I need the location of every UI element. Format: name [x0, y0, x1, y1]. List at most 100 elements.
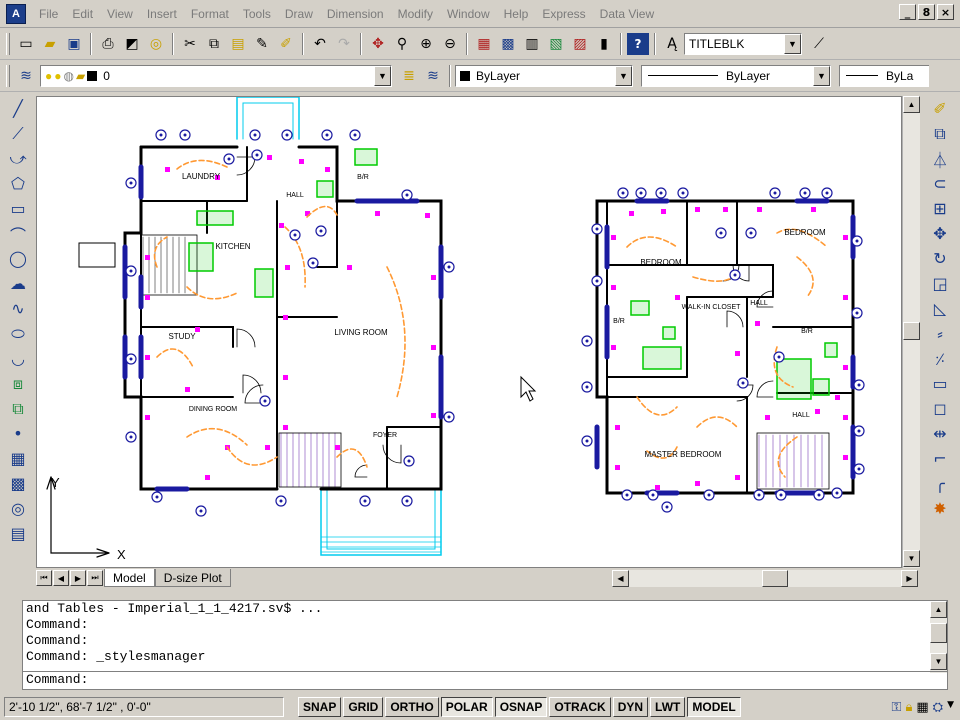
calculator-icon[interactable]: ▮ [593, 33, 615, 55]
move-icon[interactable]: ✥ [928, 221, 952, 246]
toggle-osnap[interactable]: OSNAP [494, 697, 548, 717]
prev-tab-icon[interactable]: ◀ [53, 570, 69, 586]
ellipse-arc-icon[interactable]: ◡ [6, 346, 30, 371]
toggle-dyn[interactable]: DYN [612, 697, 649, 717]
publish-icon[interactable]: ◎ [145, 33, 167, 55]
vertical-scrollbar[interactable]: ▲ ▼ [902, 96, 920, 568]
plot-preview-icon[interactable]: ◩ [121, 33, 143, 55]
chevron-down-icon[interactable]: ▼ [813, 65, 830, 86]
revision-cloud-icon[interactable]: ☁ [6, 271, 30, 296]
point-icon[interactable]: • [6, 421, 30, 446]
properties-icon[interactable]: ▦ [473, 33, 495, 55]
stretch-icon[interactable]: ◺ [928, 296, 952, 321]
menu-tools[interactable]: Tools [236, 7, 278, 21]
command-window[interactable]: and Tables - Imperial_1_1_4217.sv$ ... C… [22, 600, 948, 690]
menu-insert[interactable]: Insert [140, 7, 184, 21]
vertical-scroll-thumb[interactable] [903, 322, 920, 340]
menu-draw[interactable]: Draw [278, 7, 320, 21]
scale-icon[interactable]: ◲ [928, 271, 952, 296]
menu-data-view[interactable]: Data View [593, 7, 661, 21]
horizontal-scroll-thumb[interactable] [762, 570, 788, 587]
hatch-icon[interactable]: ▦ [6, 446, 30, 471]
first-tab-icon[interactable]: ⏮ [36, 570, 52, 586]
spline-icon[interactable]: ∿ [6, 296, 30, 321]
menu-window[interactable]: Window [440, 7, 497, 21]
tab-d-size-plot[interactable]: D-size Plot [154, 569, 231, 587]
copy-object-icon[interactable]: ⧉ [928, 121, 952, 146]
tab-model[interactable]: Model [104, 569, 155, 587]
menu-file[interactable]: File [32, 7, 65, 21]
drawing-canvas[interactable]: LAUNDRY KITCHEN STUDY DINING ROOM LIVING ROO… [36, 96, 902, 568]
text-style-combo[interactable]: TITLEBLK ▼ [684, 32, 802, 55]
communication-center-icon[interactable]: ⚿ [892, 700, 902, 715]
layer-combo[interactable]: ● ● ◍ ▰ 0 ▼ [40, 64, 392, 87]
construction-line-icon[interactable]: ⟋ [6, 121, 30, 146]
sheet-set-icon[interactable]: ▧ [545, 33, 567, 55]
toggle-snap[interactable]: SNAP [298, 697, 342, 717]
close-button[interactable]: × [937, 4, 954, 20]
explode-icon[interactable]: ✸ [928, 496, 952, 521]
tray-settings-icon[interactable]: ⛭ [933, 700, 943, 715]
lock-icon[interactable]: 🔒︎ [905, 700, 912, 715]
match-properties-icon[interactable]: ✎ [251, 33, 273, 55]
table-icon[interactable]: ▤ [6, 521, 30, 546]
scroll-down-icon[interactable]: ▼ [930, 653, 947, 670]
menu-help[interactable]: Help [497, 7, 536, 21]
array-icon[interactable]: ⊞ [928, 196, 952, 221]
trim-icon[interactable]: ⸗ [928, 321, 952, 346]
horizontal-scrollbar[interactable]: ◀ ▶ [612, 570, 918, 587]
undo-icon[interactable]: ↶ [309, 33, 331, 55]
gradient-icon[interactable]: ▩ [6, 471, 30, 496]
insert-block-icon[interactable]: ⧈ [6, 371, 30, 396]
polyline-icon[interactable]: ⤻ [6, 146, 30, 171]
scroll-left-icon[interactable]: ◀ [612, 570, 629, 587]
zoom-previous-icon[interactable]: ⊖ [439, 33, 461, 55]
open-file-icon[interactable]: ▰ [39, 33, 61, 55]
layer-manager-icon[interactable]: ≋ [15, 65, 37, 87]
coordinate-readout[interactable]: 2'-10 1/2", 68'-7 1/2" , 0'-0" [4, 697, 284, 717]
menu-edit[interactable]: Edit [65, 7, 100, 21]
pan-icon[interactable]: ✥ [367, 33, 389, 55]
command-input[interactable]: Command: [23, 671, 947, 689]
polygon-icon[interactable]: ⬠ [6, 171, 30, 196]
redo-icon[interactable]: ↷ [333, 33, 355, 55]
minimize-button[interactable]: _ [899, 4, 916, 20]
circle-icon[interactable]: ◯ [6, 246, 30, 271]
new-file-icon[interactable]: ▭ [15, 33, 37, 55]
menu-express[interactable]: Express [535, 7, 592, 21]
tool-palettes-icon[interactable]: ▥ [521, 33, 543, 55]
layer-previous-icon[interactable]: ≋ [422, 65, 444, 87]
menu-dimension[interactable]: Dimension [320, 7, 391, 21]
lineweight-combo[interactable]: ByLa [839, 64, 929, 87]
plot-icon[interactable]: ⎙ [97, 33, 119, 55]
toggle-grid[interactable]: GRID [343, 697, 384, 717]
scroll-up-icon[interactable]: ▲ [903, 96, 920, 113]
dim-style-icon[interactable]: ⟋ [808, 33, 830, 55]
offset-icon[interactable]: ⊂ [928, 171, 952, 196]
chamfer-icon[interactable]: ⌐ [928, 446, 952, 471]
block-editor-icon[interactable]: ✐ [275, 33, 297, 55]
markup-icon[interactable]: ▨ [569, 33, 591, 55]
menu-modify[interactable]: Modify [391, 7, 440, 21]
fillet-icon[interactable]: ╭ [928, 471, 952, 496]
region-icon[interactable]: ◎ [6, 496, 30, 521]
break-at-point-icon[interactable]: ▭ [928, 371, 952, 396]
restore-button[interactable]: 8 [918, 4, 935, 20]
color-combo[interactable]: ByLayer ▼ [455, 64, 633, 87]
make-block-icon[interactable]: ⧉ [6, 396, 30, 421]
toggle-polar[interactable]: POLAR [440, 697, 493, 717]
chevron-down-icon[interactable]: ▼ [374, 65, 391, 86]
help-icon[interactable]: ? [627, 32, 649, 55]
chevron-down-icon[interactable]: ▼ [784, 33, 801, 54]
toolbar-grip[interactable] [6, 32, 10, 55]
app-icon[interactable]: A [6, 3, 26, 24]
line-icon[interactable]: ╱ [6, 96, 30, 121]
design-center-icon[interactable]: ▩ [497, 33, 519, 55]
cut-icon[interactable]: ✂ [179, 33, 201, 55]
toolbar-grip[interactable] [6, 64, 10, 87]
paste-icon[interactable]: ▤ [227, 33, 249, 55]
text-style-icon[interactable]: Ą [661, 33, 683, 55]
join-icon[interactable]: ⇹ [928, 421, 952, 446]
arc-icon[interactable]: ⌒ [6, 221, 30, 246]
command-scrollbar[interactable]: ▲ ▼ [930, 601, 947, 673]
